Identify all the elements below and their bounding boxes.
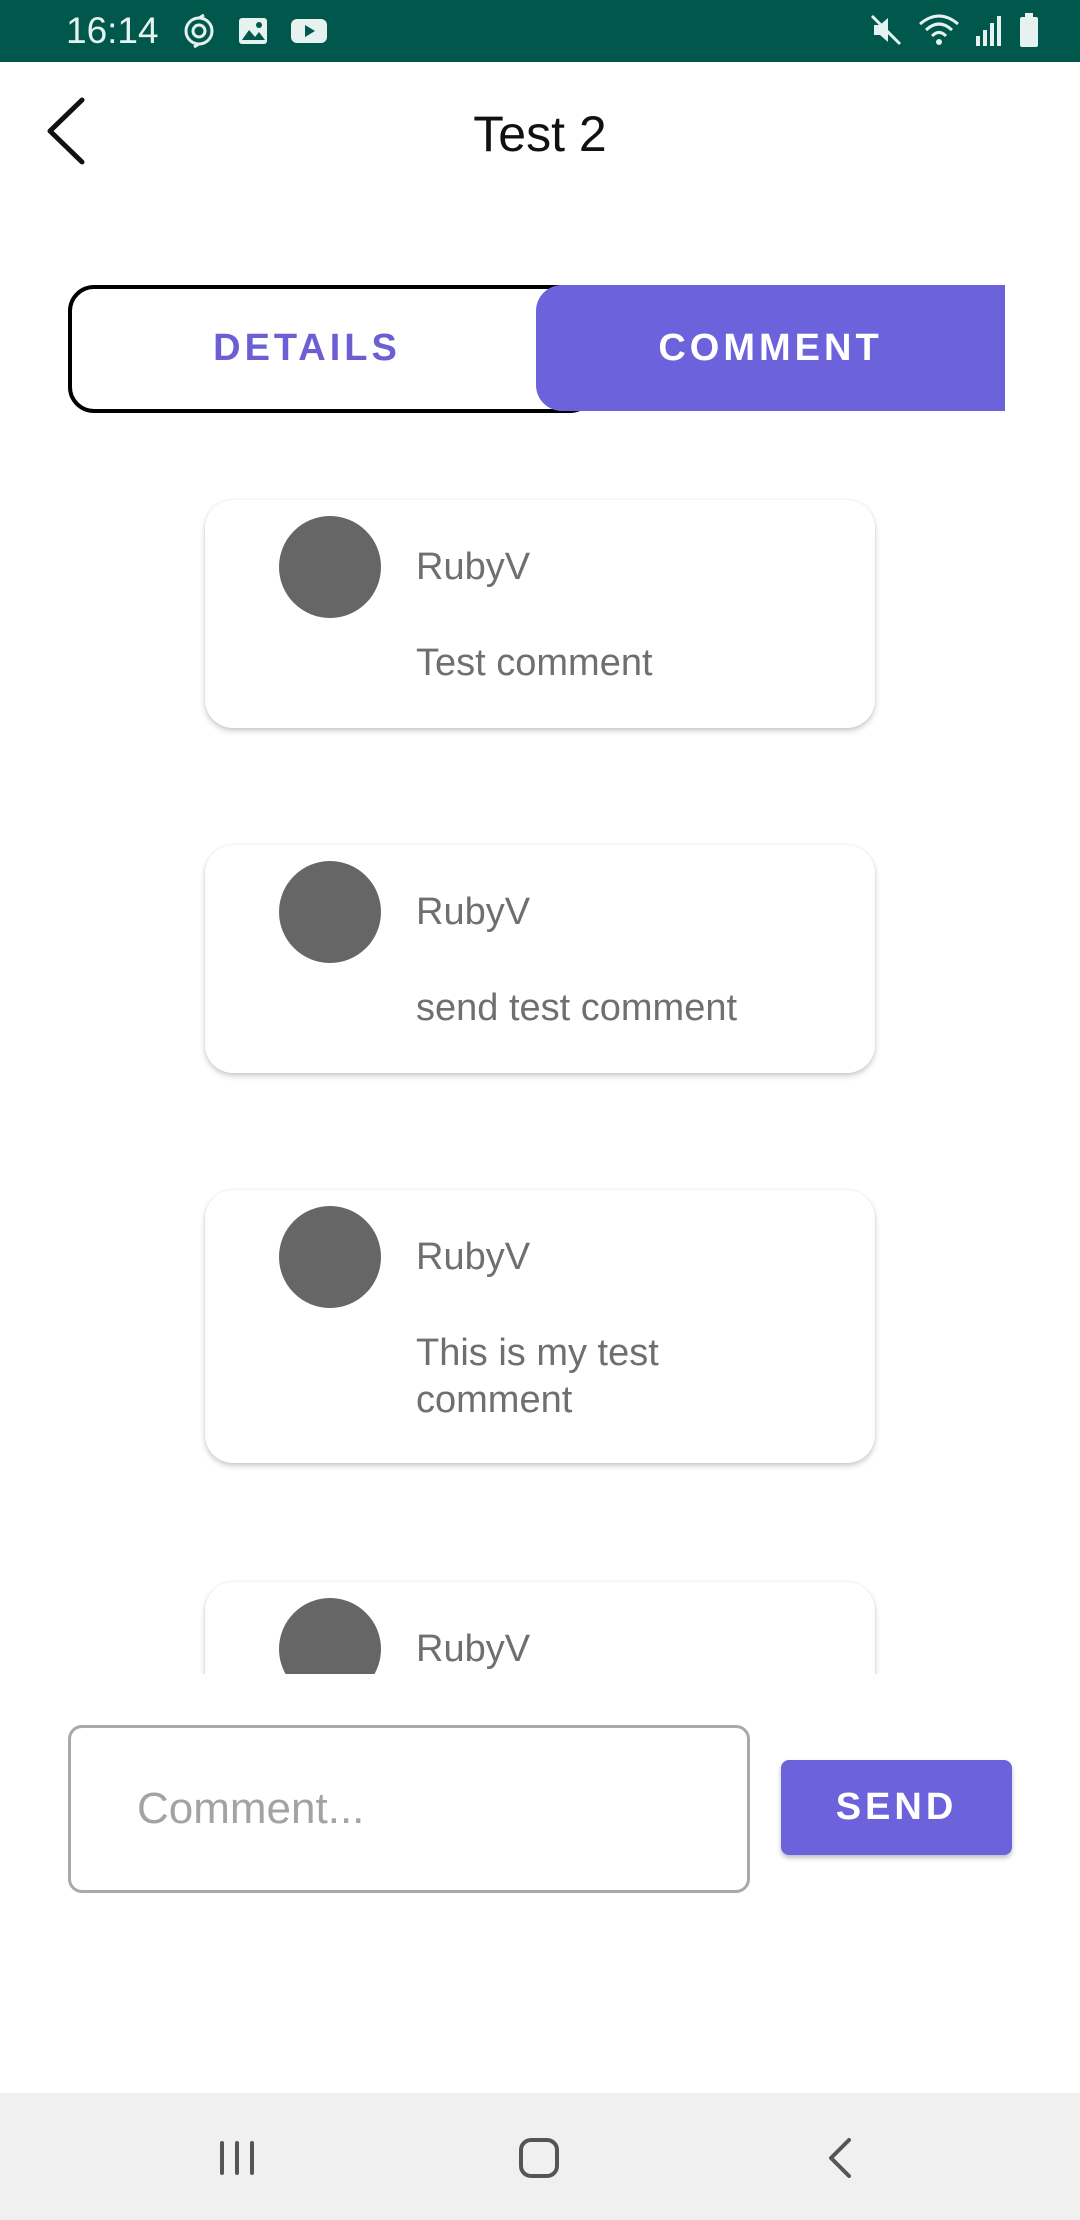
comment-input-field[interactable] (68, 1725, 750, 1893)
page-title: Test 2 (473, 106, 607, 162)
youtube-icon (290, 14, 328, 48)
avatar (279, 1206, 381, 1308)
avatar (279, 861, 381, 963)
nav-back-button[interactable] (806, 2123, 876, 2193)
sync-icon (182, 14, 216, 48)
comment-card: RubyV Test comment (205, 500, 875, 728)
status-time: 16:14 (66, 10, 159, 51)
home-button[interactable] (504, 2123, 574, 2193)
comment-username: RubyV (416, 1236, 531, 1278)
tab-details-label: DETAILS (213, 327, 401, 369)
comment-text: send test comment (416, 987, 738, 1029)
tab-bar: DETAILS COMMENT (68, 285, 1005, 413)
tab-comment-label: COMMENT (658, 327, 883, 369)
status-bar: 16:14 (0, 0, 1080, 62)
battery-icon (1018, 12, 1040, 48)
comment-username: RubyV (416, 546, 531, 588)
mute-icon (868, 12, 904, 48)
comment-card: RubyV send test comment (205, 845, 875, 1073)
comment-username: RubyV (416, 891, 531, 933)
app-bar: Test 2 (0, 62, 1080, 212)
comment-list[interactable]: RubyV Test comment RubyV send test comme… (0, 460, 1080, 1674)
comment-card: RubyV This is my test comment (205, 1190, 875, 1463)
comment-text: Test comment (416, 642, 653, 684)
comment-text: This is my test comment (416, 1332, 659, 1421)
system-nav-bar (0, 2093, 1080, 2220)
comment-input[interactable] (71, 1728, 747, 1890)
comment-username: RubyV (416, 1628, 531, 1670)
recent-apps-button[interactable] (202, 2123, 272, 2193)
tab-details[interactable]: DETAILS (68, 285, 596, 413)
signal-icon (974, 12, 1004, 48)
recent-apps-icon (220, 2141, 254, 2175)
tab-comment[interactable]: COMMENT (536, 285, 1005, 411)
wifi-icon (918, 12, 960, 48)
send-button[interactable]: SEND (781, 1760, 1012, 1855)
back-icon (829, 2138, 851, 2178)
home-icon (519, 2138, 559, 2178)
image-icon (236, 14, 270, 48)
avatar (279, 516, 381, 618)
avatar (279, 1598, 381, 1674)
comment-card: RubyV (205, 1582, 875, 1674)
